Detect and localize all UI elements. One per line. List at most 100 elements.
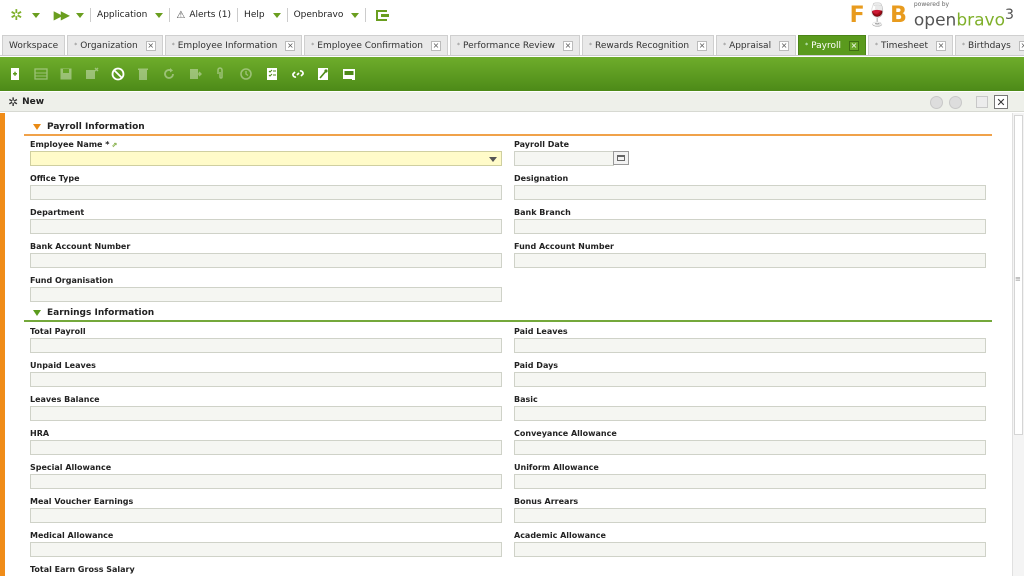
- recent-views-menu[interactable]: ▶▶: [46, 0, 90, 30]
- new-document-button[interactable]: [6, 65, 24, 83]
- paid-days-input[interactable]: [514, 372, 986, 387]
- window-tabs: Workspace * Organization × * Employee Informa…: [0, 35, 1024, 56]
- unsaved-indicator-icon: *: [805, 42, 809, 49]
- bonus-arrears-input[interactable]: [514, 508, 986, 523]
- bank-account-number-input[interactable]: [30, 253, 502, 268]
- close-tab-icon[interactable]: ×: [562, 40, 573, 51]
- conveyance-allowance-input[interactable]: [514, 440, 986, 455]
- tab-employee-confirmation[interactable]: * Employee Confirmation ×: [304, 35, 448, 55]
- paid-leaves-input[interactable]: [514, 338, 986, 353]
- vertical-scrollbar[interactable]: ≡: [1012, 113, 1024, 576]
- fund-organisation-input[interactable]: [30, 287, 502, 302]
- alerts-link[interactable]: ⚠ Alerts (1): [170, 0, 237, 30]
- academic-allowance-input[interactable]: [514, 542, 986, 557]
- tab-label: Workspace: [9, 40, 59, 51]
- tab-label: Performance Review: [462, 40, 555, 51]
- maximize-button[interactable]: [976, 96, 988, 108]
- attach-icon: [216, 67, 223, 79]
- fund-account-number-input[interactable]: [514, 253, 986, 268]
- user-profile-menu[interactable]: Openbravo: [288, 0, 366, 30]
- save-button[interactable]: [57, 65, 75, 83]
- total-payroll-input[interactable]: [30, 338, 502, 353]
- checklist-icon: [266, 68, 277, 80]
- workspace-menu[interactable]: ✲: [0, 0, 46, 30]
- collapse-section-icon[interactable]: [33, 310, 41, 316]
- export-button[interactable]: [186, 65, 204, 83]
- checklist-button[interactable]: [263, 65, 281, 83]
- quick-launch-icon[interactable]: ✲: [10, 7, 23, 23]
- cancel-button[interactable]: [109, 65, 127, 83]
- warning-icon: ⚠: [176, 9, 186, 21]
- chevron-down-icon[interactable]: [31, 12, 40, 18]
- bank-branch-label: Bank Branch: [514, 208, 571, 217]
- meal-voucher-earnings-input[interactable]: [30, 508, 502, 523]
- tab-organization[interactable]: * Organization ×: [67, 35, 163, 55]
- uniform-allowance-input[interactable]: [514, 474, 986, 489]
- attach-button[interactable]: [212, 65, 230, 83]
- tab-appraisal[interactable]: * Appraisal ×: [716, 35, 797, 55]
- previous-record-button[interactable]: [930, 96, 943, 109]
- close-tab-icon[interactable]: ×: [697, 40, 708, 51]
- chevron-down-icon[interactable]: [76, 12, 85, 18]
- employee-name-input[interactable]: [30, 151, 502, 166]
- tools-icon: [318, 68, 329, 80]
- special-allowance-input[interactable]: [30, 474, 502, 489]
- collapse-section-icon[interactable]: [33, 124, 41, 130]
- tab-performance-review[interactable]: * Performance Review ×: [449, 35, 580, 55]
- link-icon[interactable]: ⇗: [111, 141, 117, 149]
- cancel-icon: [111, 67, 125, 81]
- link-button[interactable]: [289, 65, 307, 83]
- tools-button[interactable]: [314, 65, 332, 83]
- close-form-button[interactable]: ✕: [994, 95, 1008, 109]
- audit-button[interactable]: [237, 65, 255, 83]
- close-tab-icon[interactable]: ×: [145, 40, 156, 51]
- grid-icon: [34, 68, 48, 80]
- next-record-button[interactable]: [949, 96, 962, 109]
- office-type-input[interactable]: [30, 185, 502, 200]
- tab-birthdays[interactable]: * Birthdays ×: [954, 35, 1024, 55]
- payroll-date-input[interactable]: [514, 151, 614, 166]
- fund-organisation-label: Fund Organisation: [30, 276, 114, 285]
- close-tab-icon[interactable]: ×: [430, 40, 441, 51]
- designation-input[interactable]: [514, 185, 986, 200]
- print-button[interactable]: [340, 65, 358, 83]
- application-menu[interactable]: Application: [91, 0, 169, 30]
- basic-input[interactable]: [514, 406, 986, 421]
- hra-label: HRA: [30, 429, 50, 438]
- close-tab-icon[interactable]: ×: [285, 40, 296, 51]
- paid-days-label: Paid Days: [514, 361, 559, 370]
- logout-button[interactable]: [366, 0, 393, 30]
- medical-allowance-input[interactable]: [30, 542, 502, 557]
- status-label: New: [22, 96, 45, 107]
- leaves-balance-input[interactable]: [30, 406, 502, 421]
- calendar-button[interactable]: [613, 151, 629, 165]
- leaves-balance-label: Leaves Balance: [30, 395, 100, 404]
- tab-payroll[interactable]: * Payroll ×: [798, 35, 866, 55]
- refresh-button[interactable]: [160, 65, 178, 83]
- tab-employee-information[interactable]: * Employee Information ×: [164, 35, 303, 55]
- close-tab-icon[interactable]: ×: [1018, 40, 1024, 51]
- dropdown-arrow-icon[interactable]: [489, 157, 497, 162]
- close-tab-icon[interactable]: ×: [935, 40, 946, 51]
- department-input[interactable]: [30, 219, 502, 234]
- section-title: Earnings Information: [47, 308, 155, 318]
- section-payroll-information[interactable]: Payroll Information: [24, 120, 992, 134]
- hra-input[interactable]: [30, 440, 502, 455]
- close-tab-icon[interactable]: ×: [779, 40, 790, 51]
- delete-button[interactable]: [134, 65, 152, 83]
- section-earnings-information[interactable]: Earnings Information: [24, 306, 992, 320]
- save-icon: [60, 68, 72, 80]
- unsaved-indicator-icon: *: [961, 42, 965, 49]
- fast-forward-icon[interactable]: ▶▶: [54, 8, 71, 22]
- unsaved-indicator-icon: *: [311, 42, 315, 49]
- tab-rewards-recognition[interactable]: * Rewards Recognition ×: [581, 35, 715, 55]
- save-close-button[interactable]: [83, 65, 101, 83]
- unsaved-indicator-icon: *: [74, 42, 78, 49]
- unpaid-leaves-input[interactable]: [30, 372, 502, 387]
- tab-timesheet[interactable]: * Timesheet ×: [867, 35, 953, 55]
- grid-button[interactable]: [32, 65, 50, 83]
- tab-workspace[interactable]: Workspace: [2, 35, 66, 55]
- close-tab-icon[interactable]: ×: [848, 40, 859, 51]
- bank-branch-input[interactable]: [514, 219, 986, 234]
- help-menu[interactable]: Help: [238, 0, 287, 30]
